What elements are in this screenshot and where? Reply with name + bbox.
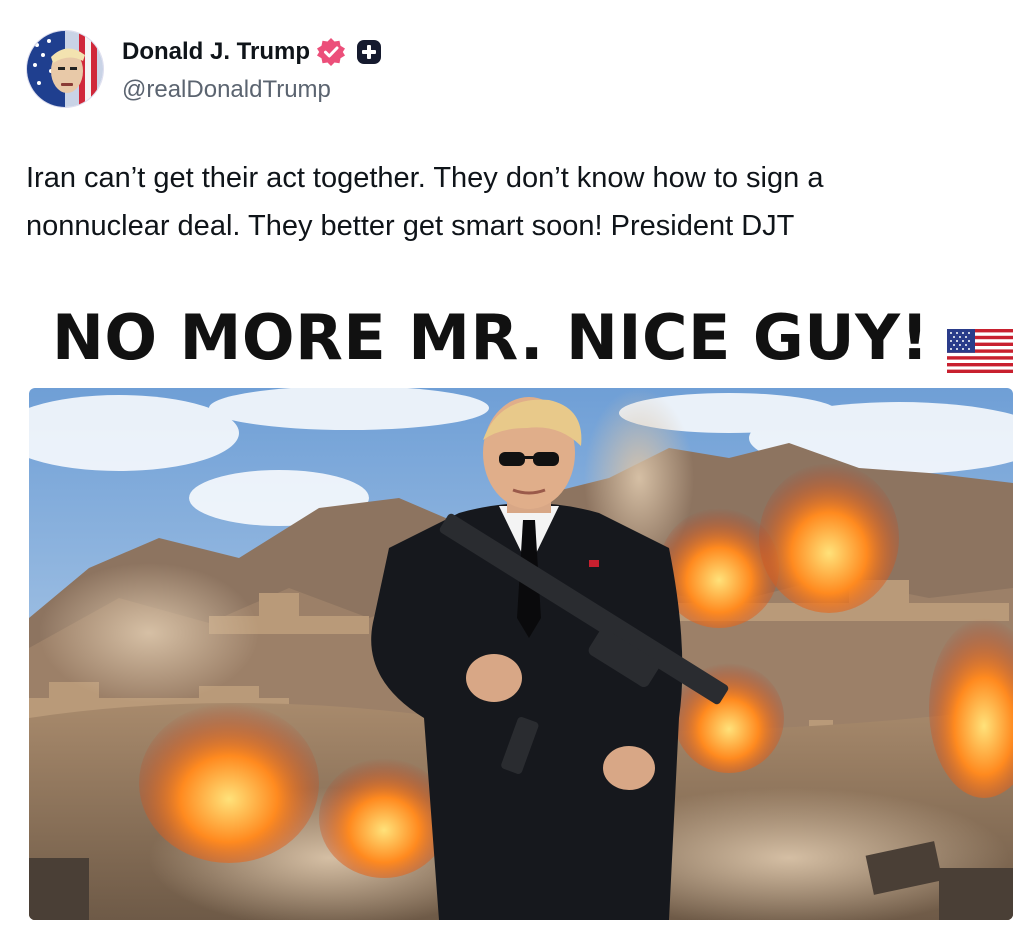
author-handle[interactable]: @realDonaldTrump [122,76,331,104]
avatar-image [27,31,103,107]
us-flag-icon [947,315,1014,373]
post-text: Iran can’t get their act together. They … [26,154,996,250]
media-headline-text: NO MORE MR. NICE GUY! [52,300,930,374]
post-media-image[interactable] [29,388,1013,920]
post-text-line-2: nonnuclear deal. They better get smart s… [26,210,795,242]
scene-illustration [29,388,1013,920]
avatar[interactable] [26,30,104,108]
post-text-line-1: Iran can’t get their act together. They … [26,162,824,194]
media-headline: NO MORE MR. NICE GUY! [52,300,1014,374]
plus-badge-icon [356,39,382,65]
author-display-name[interactable]: Donald J. Trump [122,38,310,66]
author-name-row: Donald J. Trump [122,36,382,68]
verified-badge-icon [316,37,346,67]
